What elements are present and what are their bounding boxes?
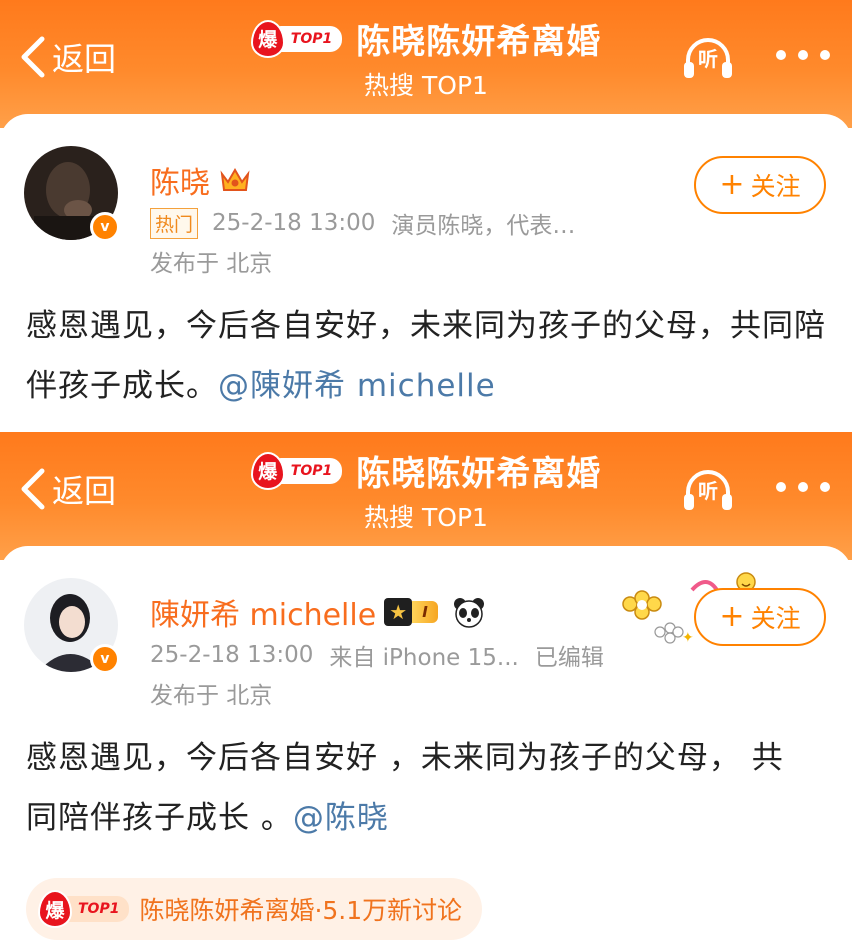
topic-title: 陈晓陈妍希离婚 xyxy=(356,22,602,62)
verified-badge: v xyxy=(90,212,120,242)
listen-label: 听 xyxy=(698,479,718,503)
more-dots-icon xyxy=(776,50,786,60)
panda-icon xyxy=(453,598,484,628)
listen-label: 听 xyxy=(698,47,718,71)
member-level-tag: I xyxy=(412,601,438,623)
listen-button[interactable]: 听 xyxy=(680,32,736,82)
top1-tag: TOP1 xyxy=(64,896,130,922)
post-body: 感恩遇见，今后各自安好 ，未来同为孩子的父母， 共同陪伴孩子成长 。 xyxy=(26,740,784,836)
topic-title: 陈晓陈妍希离婚 xyxy=(356,454,602,494)
verified-badge: v xyxy=(90,644,120,674)
top-bar: 返回 爆 TOP1 陈晓陈妍希离婚 热搜 TOP1 听 xyxy=(0,0,852,128)
user-name[interactable]: 陳妍希 michelle xyxy=(150,590,376,634)
post-card: v 陈晓 热门 25-2-18 13:00 演员陈晓，代表… 发布于 北京 + … xyxy=(0,114,852,432)
bao-icon: 爆 xyxy=(38,890,72,928)
top1-tag: TOP1 xyxy=(276,25,343,52)
user-name[interactable]: 陈晓 xyxy=(150,158,210,202)
more-options-button[interactable] xyxy=(776,472,830,502)
listen-button[interactable]: 听 xyxy=(680,464,736,514)
avatar[interactable]: v xyxy=(24,578,120,674)
follow-label: 关注 xyxy=(750,172,801,201)
hot-rank-badge: 爆 TOP1 xyxy=(250,451,343,490)
post-location: 发布于 北京 xyxy=(150,683,273,709)
svg-text:✦: ✦ xyxy=(682,630,694,646)
plus-icon: + xyxy=(719,599,745,634)
edited-label: 已编辑 xyxy=(534,645,604,671)
post-text: 感恩遇见，今后各自安好，未来同为孩子的父母，共同陪伴孩子成长。@陳妍希 mich… xyxy=(26,296,826,416)
post-location: 发布于 北京 xyxy=(150,251,273,277)
screenshot-panel-1: 返回 爆 TOP1 陈晓陈妍希离婚 热搜 TOP1 听 v 陈晓 热门 25-2… xyxy=(0,0,852,432)
top1-tag: TOP1 xyxy=(276,457,343,484)
hot-rank-badge: 爆 TOP1 xyxy=(38,890,130,928)
post-meta: 25-2-18 13:00 来自 iPhone 15... 已编辑 xyxy=(150,638,604,672)
hot-topic-text: 陈晓陈妍希离婚·5.1万新讨论 xyxy=(139,896,463,925)
plus-icon: + xyxy=(719,167,745,202)
mention-link[interactable]: @陈晓 xyxy=(293,800,389,836)
more-options-button[interactable] xyxy=(776,40,830,70)
hot-tag: 热门 xyxy=(150,207,199,239)
hot-rank-badge: 爆 TOP1 xyxy=(250,19,343,58)
mention-link[interactable]: @陳妍希 michelle xyxy=(218,368,496,404)
post-text: 感恩遇见，今后各自安好 ，未来同为孩子的父母， 共同陪伴孩子成长 。@陈晓 xyxy=(26,728,786,848)
user-name-row: 陈晓 xyxy=(150,158,252,202)
follow-label: 关注 xyxy=(750,604,801,633)
avatar[interactable]: v xyxy=(24,146,120,242)
post-card: ✦ v 陳妍希 michelle ★ I 25-2-18 13:00 来自 iP… xyxy=(0,546,852,951)
post-time: 25-2-18 13:00 xyxy=(212,210,376,236)
member-star-icon: ★ xyxy=(384,598,413,626)
post-source: 来自 iPhone 15... xyxy=(329,645,519,671)
crown-icon xyxy=(220,168,250,191)
top-bar: 返回 爆 TOP1 陈晓陈妍希离婚 热搜 TOP1 听 xyxy=(0,432,852,560)
follow-button[interactable]: + 关注 xyxy=(694,156,826,214)
member-level-badge: ★ I xyxy=(384,598,438,626)
more-dots-icon xyxy=(776,482,786,492)
post-time: 25-2-18 13:00 xyxy=(150,642,314,668)
post-meta: 热门 25-2-18 13:00 演员陈晓，代表… xyxy=(150,206,575,240)
hot-topic-pill[interactable]: 爆 TOP1 陈晓陈妍希离婚·5.1万新讨论 xyxy=(26,878,483,940)
user-name-row: 陳妍希 michelle ★ I xyxy=(150,590,486,634)
screenshot-panel-2: 返回 爆 TOP1 陈晓陈妍希离婚 热搜 TOP1 听 ✦ v 陳妍希 mich… xyxy=(0,432,852,951)
post-source: 演员陈晓，代表… xyxy=(391,213,576,239)
follow-button[interactable]: + 关注 xyxy=(694,588,826,646)
